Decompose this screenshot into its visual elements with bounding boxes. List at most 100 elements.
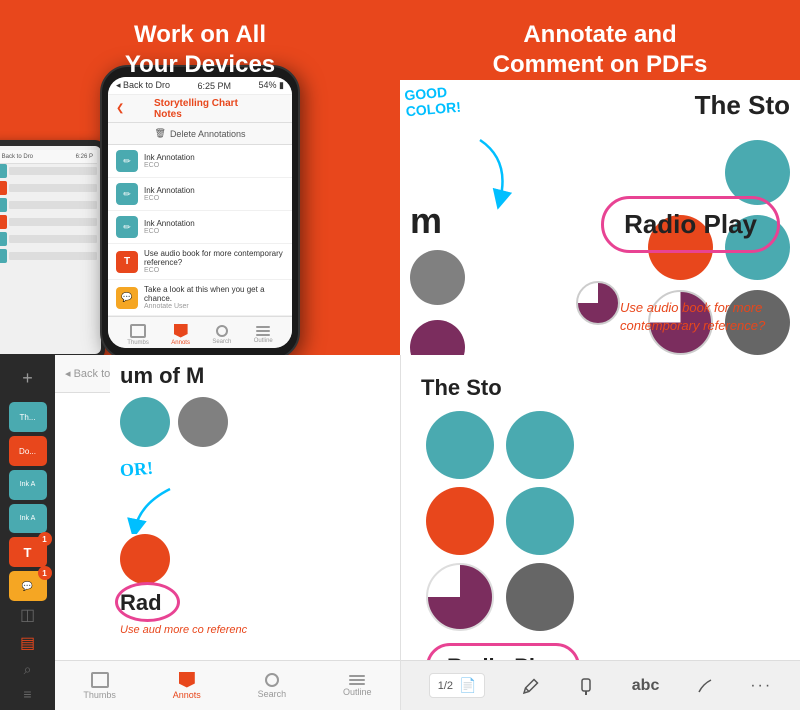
annotation-icon-teal: ✏ (116, 216, 138, 238)
page-icon: 📄 (459, 677, 476, 694)
annots-icon (174, 324, 188, 338)
app-sidebar: + Th... Do... Ink A Ink A T 1 (0, 355, 55, 710)
grid-circle-gray (506, 563, 574, 631)
sidebar-add-button[interactable]: + (8, 363, 48, 394)
app-bottom-nav: Thumbs Annots Search Outline (55, 660, 400, 710)
grid-circle-pie (426, 563, 494, 631)
tablet-list-item (0, 198, 97, 212)
sidebar-item-doc2[interactable]: Do... (9, 436, 47, 466)
pdf-partial-letter: m (410, 200, 442, 242)
sidebar-item-text-annot[interactable]: T 1 (9, 537, 47, 567)
handwriting-or: OR! (119, 458, 154, 482)
tablet-list-item (0, 164, 97, 178)
pdf-partial-title: The Sto (695, 90, 790, 121)
tablet-icon (0, 164, 7, 178)
circle-small-pie (576, 281, 620, 325)
bottom-nav-search[interactable]: Search (212, 325, 231, 345)
annotation-text-box: Use audio book for more contemporary ref… (610, 299, 790, 335)
annotation-icon-orange: 💬 (116, 287, 138, 309)
nav-annots[interactable]: Annots (173, 672, 201, 700)
search-icon-nav (265, 673, 279, 687)
sidebar-item-comment[interactable]: 💬 1 (9, 571, 47, 601)
bottom-nav-outline[interactable]: Outline (254, 326, 273, 344)
sidebar-item-ink1[interactable]: Ink A (9, 470, 47, 500)
annotation-arrow-svg (450, 130, 530, 210)
radio-play-partial: Rad (120, 590, 162, 616)
add-icon: + (22, 368, 33, 389)
pencil-tool[interactable] (521, 676, 541, 696)
sidebar-item-ink2[interactable]: Ink A (9, 504, 47, 534)
tablet-list-item (0, 232, 97, 246)
nav-thumbs[interactable]: Thumbs (83, 672, 116, 700)
grid-circle-teal1 (426, 411, 494, 479)
annots-active-icon (179, 672, 195, 688)
top-right-title: Annotate and Comment on PDFs (493, 20, 708, 80)
top-section: Work on All Your Devices ◂ Back to Dro 6… (0, 0, 800, 355)
app-main-content: ◂ Back to Dropbox um of M OR! (55, 355, 400, 710)
pdf-document: The Sto Radio Play Use audio book for mo… (401, 355, 800, 660)
tablet-list-item (0, 249, 97, 263)
tablet-list-item (0, 181, 97, 195)
pencil-icon (521, 676, 541, 696)
text-tool[interactable]: abc (632, 677, 660, 695)
nav-search[interactable]: Search (258, 673, 287, 699)
pdf-left-preview: um of M OR! (110, 355, 400, 660)
top-left-title: Work on All Your Devices (125, 20, 275, 80)
bottom-right-panel: The Sto Radio Play Use audio book for mo… (400, 355, 800, 710)
nav-outline[interactable]: Outline (343, 675, 372, 697)
search-icon (216, 325, 228, 337)
tablet-header: ◂ Back to Dro 6:26 P (0, 150, 97, 164)
handwriting-annotation: GOOD COLOR! (404, 83, 462, 120)
tablet-icon (0, 249, 7, 263)
highlighter-icon (576, 676, 596, 696)
grid-circle-orange (426, 487, 494, 555)
list-item[interactable]: ✏ Ink Annotation ECO (108, 145, 292, 178)
pen-icon (695, 676, 715, 696)
tablet-icon (0, 232, 7, 246)
list-item[interactable]: ✏ Ink Annotation ECO (108, 211, 292, 244)
pdf-doc-title: The Sto (421, 375, 780, 401)
outline-icon (256, 326, 270, 336)
outline-icon-nav (349, 675, 365, 685)
pdf-preview-top: GOOD COLOR! The Sto (400, 80, 800, 355)
more-icon: ··· (750, 677, 772, 695)
phone-mockup: ◂ Back to Dro 6:25 PM 54% ▮ ❮ Storytelli… (90, 65, 310, 355)
radio-play-border: Radio Play (426, 643, 580, 660)
annotation-icon-teal: ✏ (116, 150, 138, 172)
phone-toolbar[interactable]: 🗑 Delete Annotations (108, 123, 292, 145)
radio-play-full: Radio Play (426, 643, 580, 660)
tablet-icon (0, 198, 7, 212)
more-tools-button[interactable]: ··· (750, 677, 772, 695)
list-item[interactable]: T Use audio book for more contemporary r… (108, 244, 292, 280)
page-indicator[interactable]: 1/2 📄 (429, 673, 486, 698)
highlighter-tool[interactable] (576, 676, 596, 696)
footer-annotation: Use aud more co referenc (120, 624, 390, 636)
sidebar-bottom-icon1[interactable]: ◫ (20, 605, 35, 625)
radio-play-container: Radio Play (591, 196, 790, 265)
bottom-nav-annots[interactable]: Annots (171, 324, 190, 346)
circles-grid (426, 411, 780, 631)
grid-circle-teal2 (506, 411, 574, 479)
circle-teal-preview (120, 397, 170, 447)
pdf-toolbar: 1/2 📄 abc (401, 660, 800, 710)
badge-1: 1 (38, 532, 52, 546)
circle-purple-left (410, 320, 465, 355)
list-item[interactable]: 💬 Take a look at this when you get a cha… (108, 280, 292, 316)
sidebar-menu-icon[interactable]: ≡ (23, 686, 31, 702)
pen-tool[interactable] (695, 676, 715, 696)
phone-back-button[interactable]: ❮ (116, 103, 124, 114)
tablet-icon-red (0, 215, 7, 229)
thumbs-icon (91, 672, 109, 688)
list-item[interactable]: ✏ Ink Annotation ECO (108, 178, 292, 211)
sidebar-search-icon[interactable]: ⌕ (24, 661, 32, 678)
top-left-panel: Work on All Your Devices ◂ Back to Dro 6… (0, 0, 400, 355)
sidebar-bottom-icon2[interactable]: ▤ (20, 633, 35, 653)
badge-2: 1 (38, 566, 52, 580)
bottom-nav-thumbs[interactable]: Thumbs (127, 324, 149, 346)
pdf-partial-text: um of M (120, 363, 390, 389)
phone-bottom-nav: Thumbs Annots Search (108, 316, 292, 348)
radio-play-box: Radio Play (601, 196, 780, 253)
sidebar-item-doc1[interactable]: Th... (9, 402, 47, 432)
tablet-list-item (0, 215, 97, 229)
bottom-section: + Th... Do... Ink A Ink A T 1 (0, 355, 800, 710)
